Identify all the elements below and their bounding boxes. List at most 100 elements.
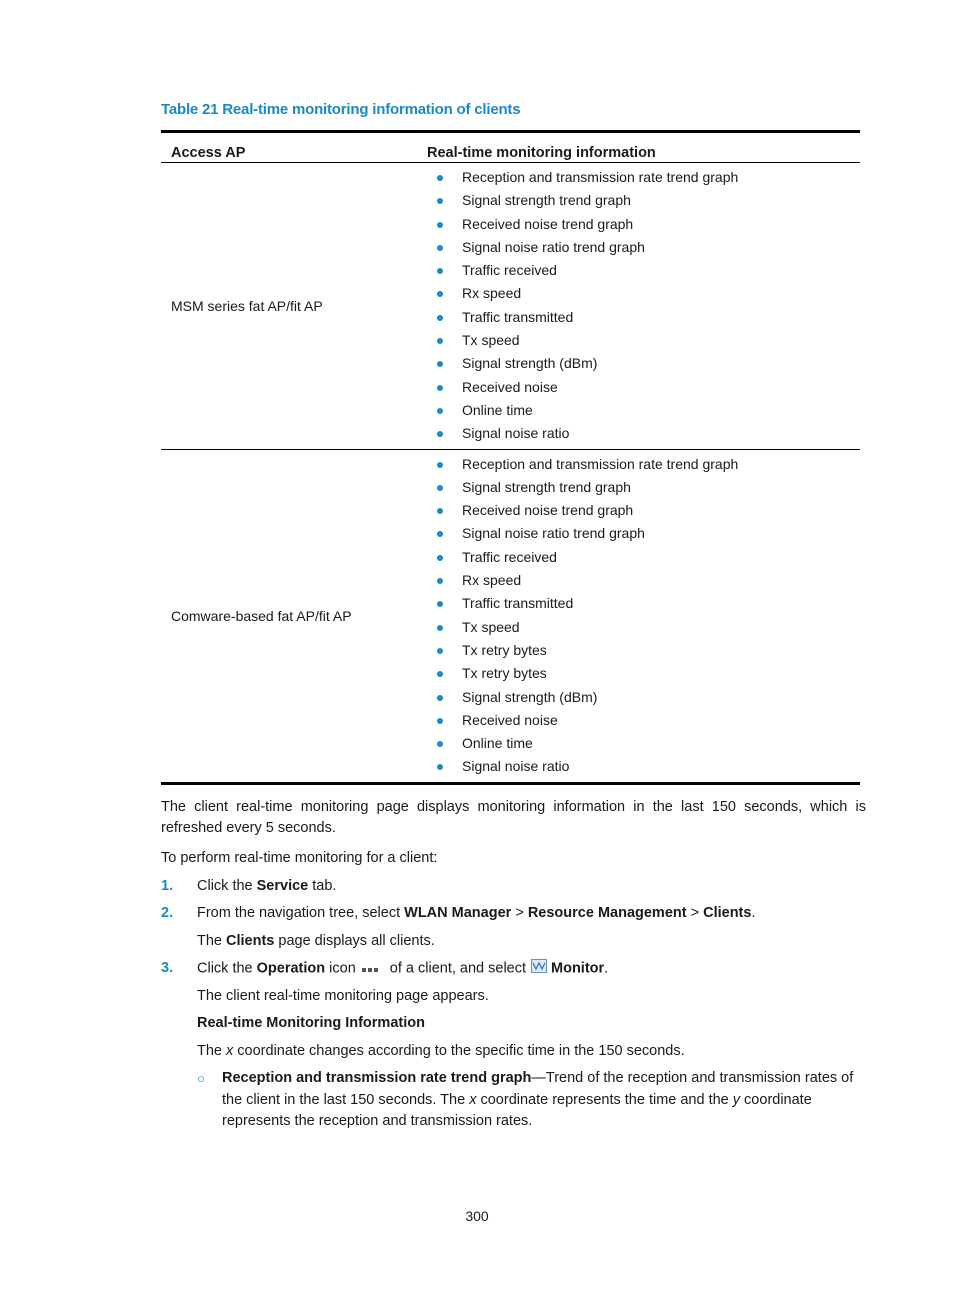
list-item: Tx speed bbox=[419, 616, 860, 639]
list-item-text: Signal strength trend graph bbox=[462, 478, 631, 495]
list-item-text: Signal strength (dBm) bbox=[462, 688, 598, 705]
list-item: Received noise bbox=[419, 376, 860, 399]
bullet-icon bbox=[437, 531, 443, 538]
monitor-ref: Monitor bbox=[551, 960, 605, 977]
bullet-icon bbox=[437, 717, 443, 724]
list-item: Signal noise ratio trend graph bbox=[419, 522, 860, 545]
info-list: Reception and transmission rate trend gr… bbox=[419, 450, 860, 782]
bullet-icon bbox=[437, 175, 443, 181]
bullet-icon bbox=[437, 484, 443, 491]
list-item: Traffic transmitted bbox=[419, 592, 860, 615]
more-dots-icon bbox=[361, 958, 380, 979]
bullet-icon bbox=[437, 764, 443, 771]
header-monitoring-info: Real-time monitoring information bbox=[419, 130, 860, 163]
access-ap-cell: MSM series fat AP/fit AP bbox=[161, 162, 419, 450]
list-item: Traffic transmitted bbox=[419, 306, 860, 329]
bullet-icon bbox=[437, 198, 443, 205]
bullet-icon bbox=[437, 508, 443, 515]
step-text: Click the Service tab. bbox=[197, 878, 337, 894]
x-coordinate-note: The x coordinate changes according to th… bbox=[197, 1043, 685, 1059]
sub-bullet-marker: ○ bbox=[197, 1071, 205, 1086]
list-item-text: Received noise bbox=[462, 711, 558, 728]
bullet-icon bbox=[437, 554, 443, 561]
clients-ref: Clients bbox=[703, 905, 752, 921]
list-item-text: Received noise trend graph bbox=[462, 215, 634, 232]
list-item: Rx speed bbox=[419, 569, 860, 592]
list-item-text: Signal strength (dBm) bbox=[462, 355, 598, 372]
step-text: Click the Operation icon of a client, an… bbox=[197, 958, 608, 979]
bullet-icon bbox=[437, 578, 443, 585]
wlan-manager-ref: WLAN Manager bbox=[404, 905, 512, 921]
step-number: 1. bbox=[161, 878, 174, 894]
list-item: Received noise trend graph bbox=[419, 499, 860, 522]
table-caption: Table 21 Real-time monitoring informatio… bbox=[161, 101, 521, 118]
sub-bullet-text: Reception and transmission rate trend gr… bbox=[222, 1070, 854, 1129]
list-item: Signal strength trend graph bbox=[419, 476, 860, 499]
list-item: Signal strength trend graph bbox=[419, 189, 860, 212]
header-access-ap: Access AP bbox=[161, 130, 419, 163]
list-item-text: Rx speed bbox=[462, 285, 522, 302]
list-item: Traffic received bbox=[419, 546, 860, 569]
list-item: Signal noise ratio trend graph bbox=[419, 236, 860, 259]
bullet-icon bbox=[437, 624, 443, 631]
list-item: Signal noise ratio bbox=[419, 422, 860, 445]
list-item-text: Traffic transmitted bbox=[462, 595, 574, 612]
table-header-row: Access AP Real-time monitoring informati… bbox=[161, 130, 860, 163]
procedure-intro: To perform real-time monitoring for a cl… bbox=[161, 850, 438, 866]
bullet-icon bbox=[437, 601, 443, 608]
list-item-text: Traffic transmitted bbox=[462, 308, 574, 325]
list-item: Signal noise ratio bbox=[419, 755, 860, 778]
table-row: Comware-based fat AP/fit AP Reception an… bbox=[161, 449, 860, 785]
list-item-text: Traffic received bbox=[462, 262, 557, 279]
bullet-icon bbox=[437, 407, 443, 414]
list-item-text: Tx speed bbox=[462, 332, 520, 349]
monitoring-info-table: Access AP Real-time monitoring informati… bbox=[161, 130, 860, 785]
monitor-wave-icon bbox=[531, 959, 548, 974]
list-item-text: Received noise trend graph bbox=[462, 502, 634, 519]
list-item-text: Rx speed bbox=[462, 572, 522, 589]
list-item-text: Reception and transmission rate trend gr… bbox=[462, 169, 739, 185]
bullet-icon bbox=[437, 268, 443, 275]
resource-management-ref: Resource Management bbox=[527, 905, 687, 921]
access-ap-cell: Comware-based fat AP/fit AP bbox=[161, 449, 419, 785]
service-tab-ref: Service bbox=[256, 878, 309, 894]
list-item: Tx retry bytes bbox=[419, 639, 860, 662]
list-item-text: Received noise bbox=[462, 378, 558, 395]
bullet-icon bbox=[437, 291, 443, 298]
list-item: Traffic received bbox=[419, 259, 860, 282]
list-item: Online time bbox=[419, 732, 860, 755]
list-item: Received noise trend graph bbox=[419, 213, 860, 236]
bullet-icon bbox=[437, 338, 443, 345]
page-number: 300 bbox=[465, 1208, 489, 1224]
list-item: Signal strength (dBm) bbox=[419, 352, 860, 375]
intro-paragraph: The client real-time monitoring page dis… bbox=[161, 799, 866, 836]
table-row: MSM series fat AP/fit AP Reception and t… bbox=[161, 162, 860, 450]
list-item-text: Traffic received bbox=[462, 548, 557, 565]
info-cell: Reception and transmission rate trend gr… bbox=[419, 449, 860, 785]
info-list: Reception and transmission rate trend gr… bbox=[419, 163, 860, 449]
bullet-icon bbox=[437, 461, 443, 468]
list-item: Tx speed bbox=[419, 329, 860, 352]
bullet-icon bbox=[437, 671, 443, 678]
list-item: Reception and transmission rate trend gr… bbox=[419, 166, 860, 189]
list-item: Reception and transmission rate trend gr… bbox=[419, 453, 860, 476]
bullet-icon bbox=[437, 384, 443, 391]
list-item-text: Reception and transmission rate trend gr… bbox=[462, 455, 739, 472]
bullet-icon bbox=[437, 361, 443, 368]
list-item-text: Online time bbox=[462, 401, 533, 418]
list-item-text: Signal noise ratio trend graph bbox=[462, 238, 645, 255]
list-item: Received noise bbox=[419, 709, 860, 732]
list-item: Signal strength (dBm) bbox=[419, 686, 860, 709]
list-item-text: Signal noise ratio bbox=[462, 425, 570, 442]
bullet-icon bbox=[437, 221, 443, 228]
list-item-text: Tx retry bytes bbox=[462, 665, 547, 682]
step-number: 3. bbox=[161, 960, 174, 976]
step-2-result: The Clients page displays all clients. bbox=[197, 933, 435, 949]
list-item: Rx speed bbox=[419, 282, 860, 305]
list-item-text: Online time bbox=[462, 735, 533, 752]
bullet-icon bbox=[437, 647, 443, 654]
list-item-text: Signal noise ratio bbox=[462, 758, 570, 775]
info-cell: Reception and transmission rate trend gr… bbox=[419, 162, 860, 450]
bullet-icon bbox=[437, 314, 443, 321]
step-3-result: The client real-time monitoring page app… bbox=[197, 988, 489, 1004]
